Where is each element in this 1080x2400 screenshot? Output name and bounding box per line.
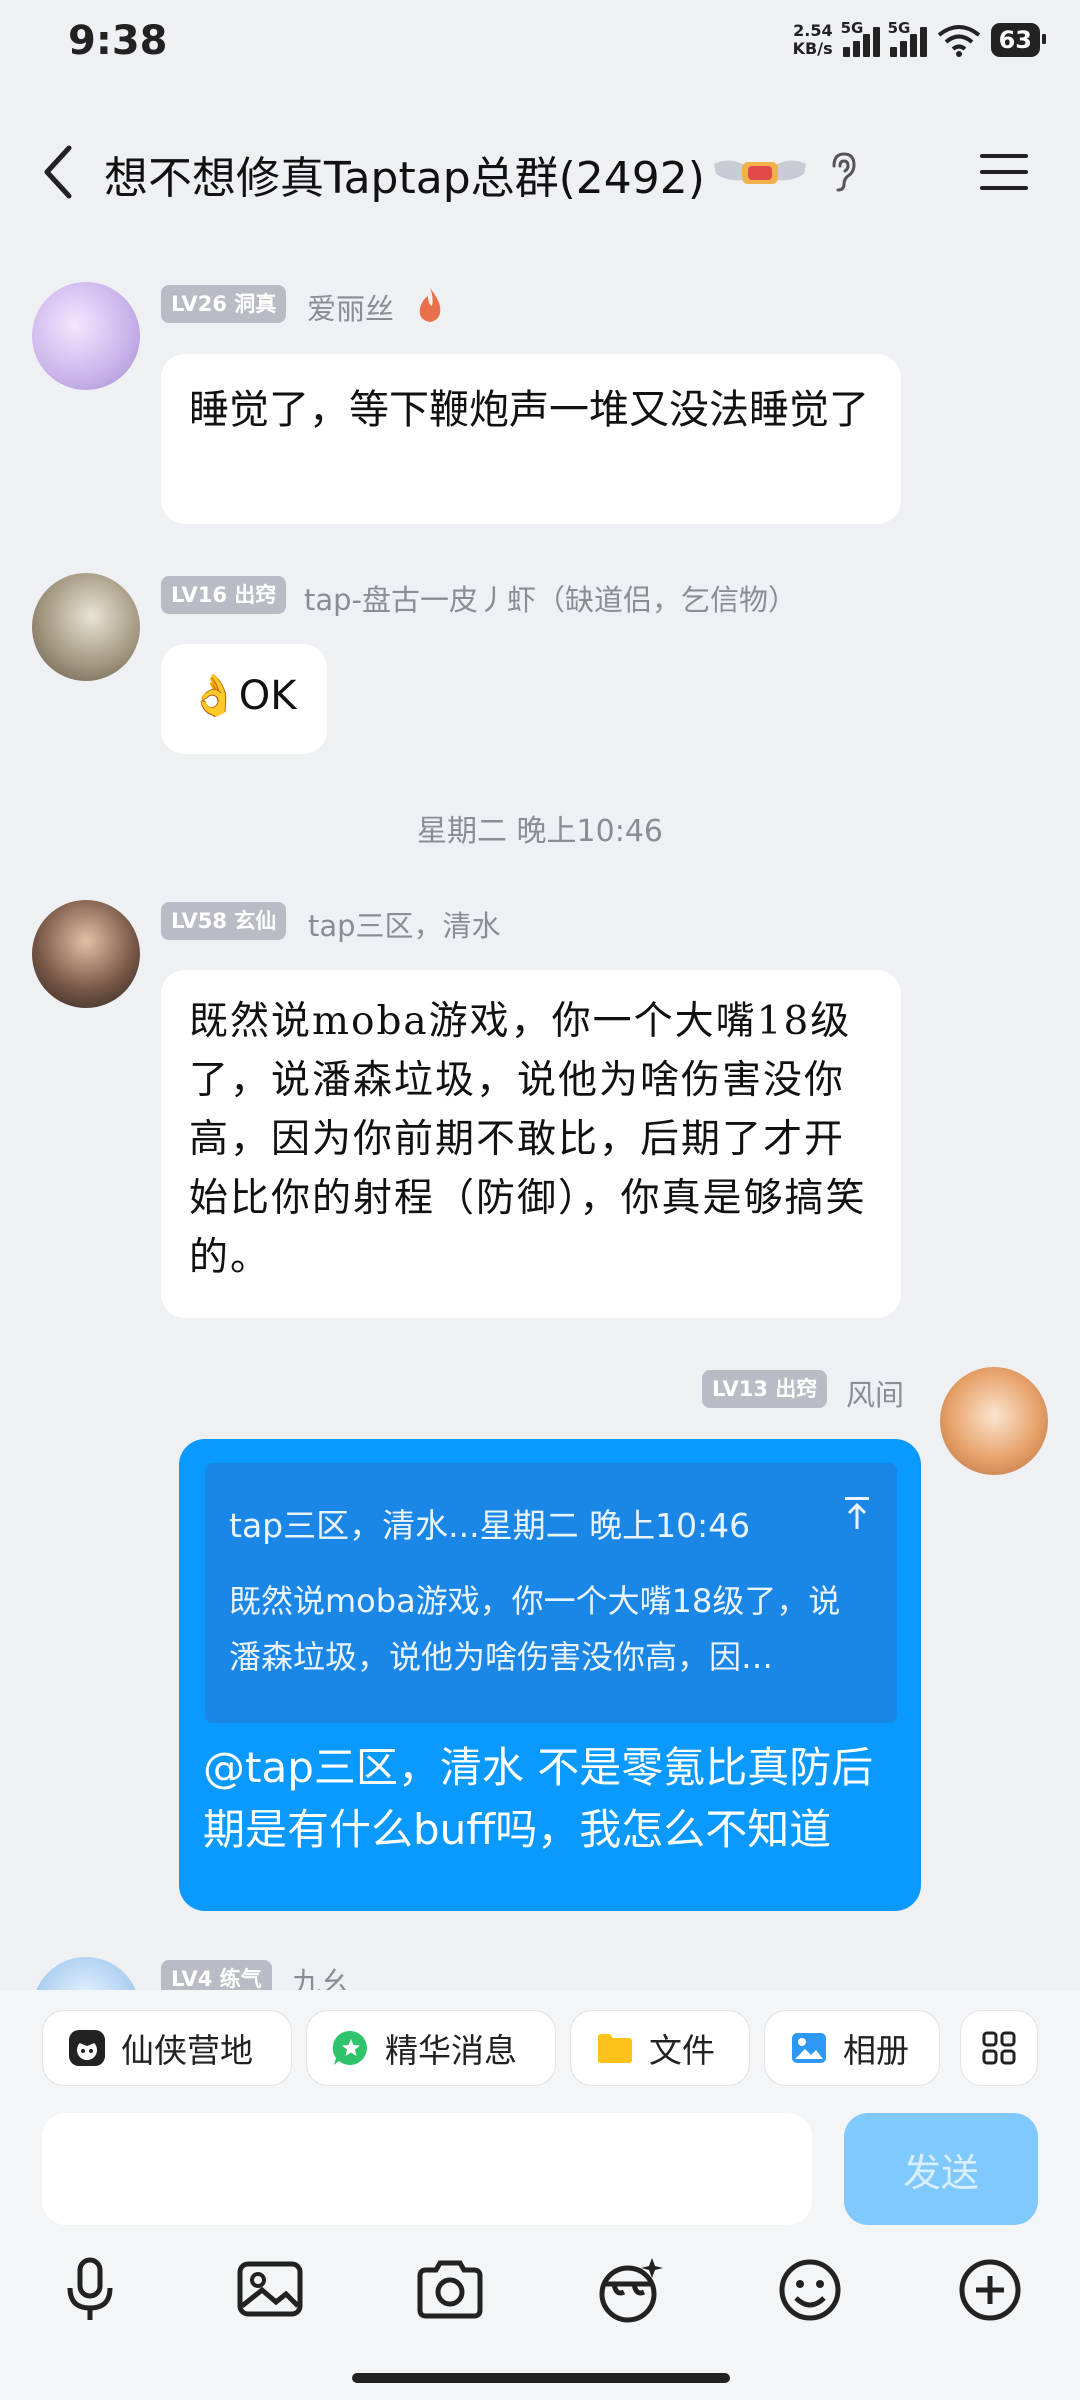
status-time: 9:38	[68, 18, 168, 64]
folder-icon	[598, 2034, 632, 2063]
message-bubble[interactable]: 睡觉了，等下鞭炮声一堆又没法睡觉了	[161, 354, 901, 524]
quote-header: tap三区，清水...星期二 晚上10:46	[229, 1506, 751, 1545]
plus-icon[interactable]	[950, 2250, 1030, 2330]
level-badge: LV13 出窍	[702, 1370, 828, 1408]
input-panel: 仙侠营地 精华消息 文件 相册 发送	[0, 1990, 1080, 2400]
sender-name[interactable]: 爱丽丝	[307, 286, 394, 328]
camp-icon	[69, 2030, 105, 2066]
level-badge: LV58 玄仙	[161, 902, 287, 940]
level-badge: LV16 出窍	[161, 576, 287, 614]
message-text: @tap三区，清水 不是零氪比真防后期是有什么buff吗，我怎么不知道	[203, 1743, 874, 1854]
sender-name[interactable]: tap-盘古一皮丿虾（缺道侣，乞信物）	[304, 577, 797, 619]
chip-highlights[interactable]: 精华消息	[306, 2010, 556, 2086]
jump-up-icon[interactable]	[841, 1493, 873, 1533]
signal-1-icon: 5G	[841, 19, 880, 57]
star-chat-icon	[332, 2030, 367, 2065]
compose-row: 发送	[0, 2113, 1080, 2225]
camera-icon[interactable]	[410, 2250, 490, 2330]
wings-badge-icon	[714, 160, 806, 184]
sender-name[interactable]: 风间	[846, 1372, 904, 1414]
chat-header: 想不想修真Taptap总群(2492)	[0, 120, 1080, 220]
quote-text: 既然说moba游戏，你一个大嘴18级了，说潘森垃圾，说他为啥伤害没你高，因…	[229, 1582, 841, 1676]
message-input[interactable]	[42, 2113, 812, 2225]
photo-icon	[792, 2033, 826, 2063]
flame-icon	[419, 288, 441, 322]
mic-icon[interactable]	[50, 2250, 130, 2330]
quoted-reply[interactable]: tap三区，清水...星期二 晚上10:46 既然说moba游戏，你一个大嘴18…	[205, 1463, 897, 1723]
home-indicator[interactable]	[352, 2373, 730, 2383]
level-badge: LV26 洞真	[161, 285, 287, 323]
message-bubble[interactable]: 既然说moba游戏，你一个大嘴18级了，说潘森垃圾，说他为啥伤害没你高，因为你前…	[161, 970, 901, 1318]
grid-icon	[982, 2031, 1016, 2065]
menu-icon[interactable]	[978, 150, 1030, 194]
send-button[interactable]: 发送	[844, 2113, 1038, 2225]
avatar[interactable]	[32, 282, 140, 390]
sender-name[interactable]: tap三区，清水	[308, 903, 501, 945]
battery-indicator: 63	[990, 23, 1047, 57]
status-bar: 9:38 2.54 KB/s 5G 5G 63	[0, 0, 1080, 90]
status-icons: 2.54 KB/s 5G 5G 63	[792, 19, 1047, 58]
network-speed: 2.54 KB/s	[792, 21, 833, 58]
compose-toolbar	[0, 2250, 1080, 2350]
chip-xianxia-camp[interactable]: 仙侠营地	[42, 2010, 292, 2086]
sticker-face-icon[interactable]	[590, 2250, 670, 2330]
quick-actions: 仙侠营地 精华消息 文件 相册	[0, 2010, 1080, 2090]
more-apps-button[interactable]	[960, 2010, 1038, 2086]
wifi-icon	[937, 25, 980, 57]
ear-icon[interactable]	[826, 150, 860, 194]
signal-2-icon: 5G	[888, 19, 927, 57]
time-divider: 星期二 晚上10:46	[417, 814, 663, 849]
chip-album[interactable]: 相册	[764, 2010, 940, 2086]
group-title[interactable]: 想不想修真Taptap总群(2492)	[104, 142, 705, 206]
my-avatar[interactable]	[940, 1367, 1048, 1475]
my-message-bubble[interactable]: tap三区，清水...星期二 晚上10:46 既然说moba游戏，你一个大嘴18…	[179, 1439, 921, 1911]
avatar[interactable]	[32, 900, 140, 1008]
emoji-icon[interactable]	[770, 2250, 850, 2330]
avatar[interactable]	[32, 573, 140, 681]
image-icon[interactable]	[230, 2250, 310, 2330]
back-arrow-icon[interactable]	[35, 142, 85, 202]
chip-files[interactable]: 文件	[570, 2010, 750, 2086]
message-bubble[interactable]: 👌OK	[161, 644, 327, 754]
